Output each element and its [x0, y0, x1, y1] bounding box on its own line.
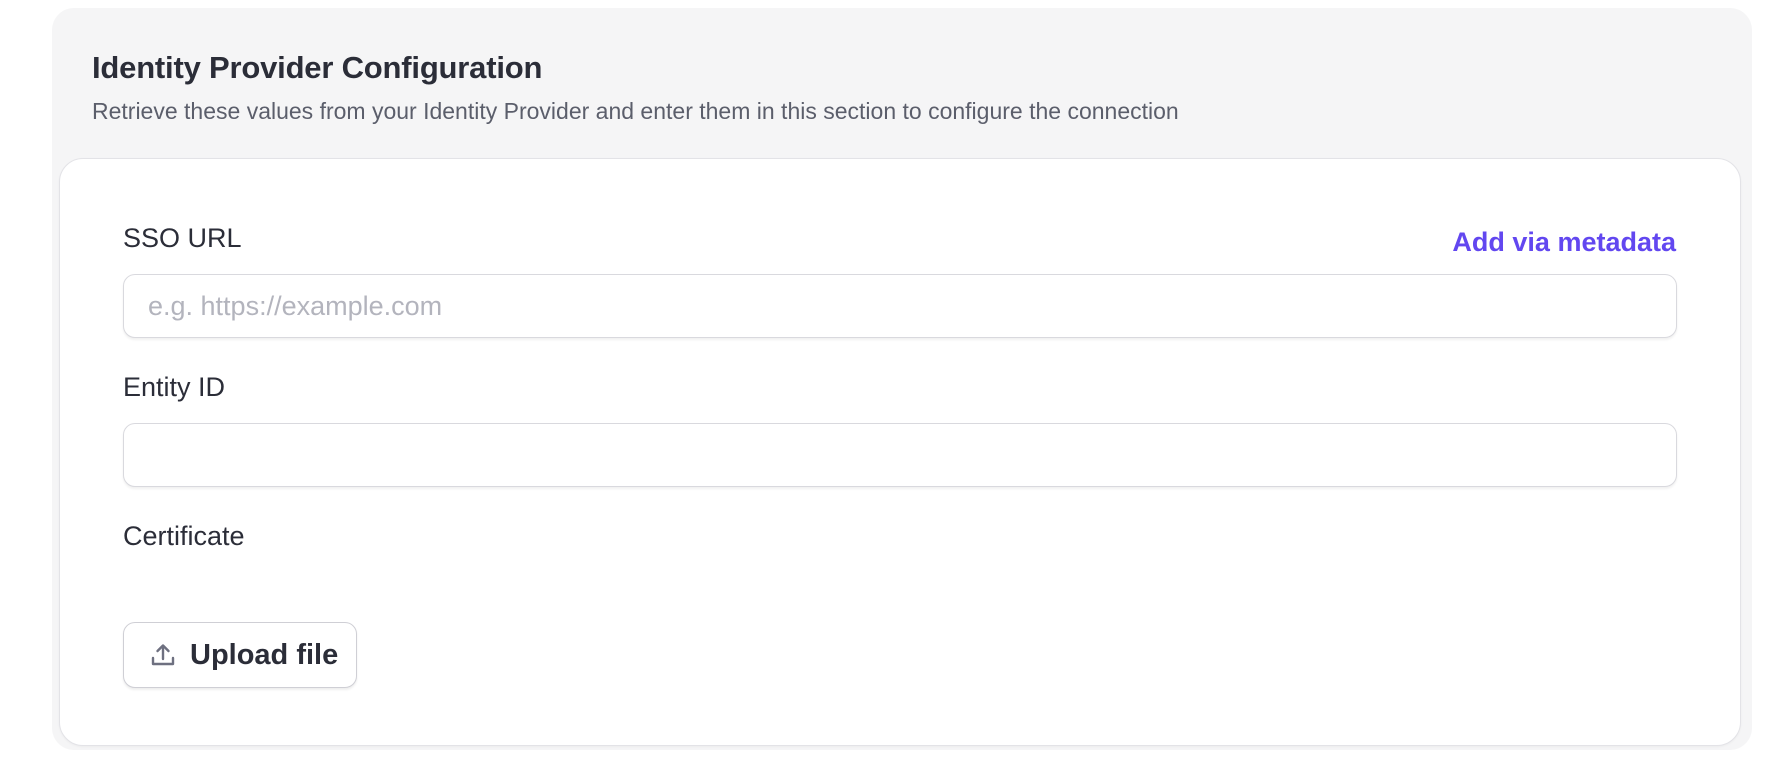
- section-title: Identity Provider Configuration: [92, 50, 543, 85]
- upload-file-button[interactable]: Upload file: [123, 622, 357, 688]
- entity-id-label: Entity ID: [123, 372, 226, 402]
- add-via-metadata-link[interactable]: Add via metadata: [1452, 227, 1676, 258]
- config-form-card: SSO URL Add via metadata Entity ID Certi…: [59, 158, 1741, 746]
- certificate-label: Certificate: [123, 521, 245, 551]
- upload-file-label: Upload file: [190, 638, 339, 671]
- sso-url-label: SSO URL: [123, 223, 242, 253]
- identity-provider-config-section: Identity Provider Configuration Retrieve…: [52, 8, 1752, 750]
- sso-url-input[interactable]: [123, 274, 1677, 338]
- upload-icon: [150, 642, 176, 668]
- section-description: Retrieve these values from your Identity…: [92, 98, 1179, 124]
- entity-id-input[interactable]: [123, 423, 1677, 487]
